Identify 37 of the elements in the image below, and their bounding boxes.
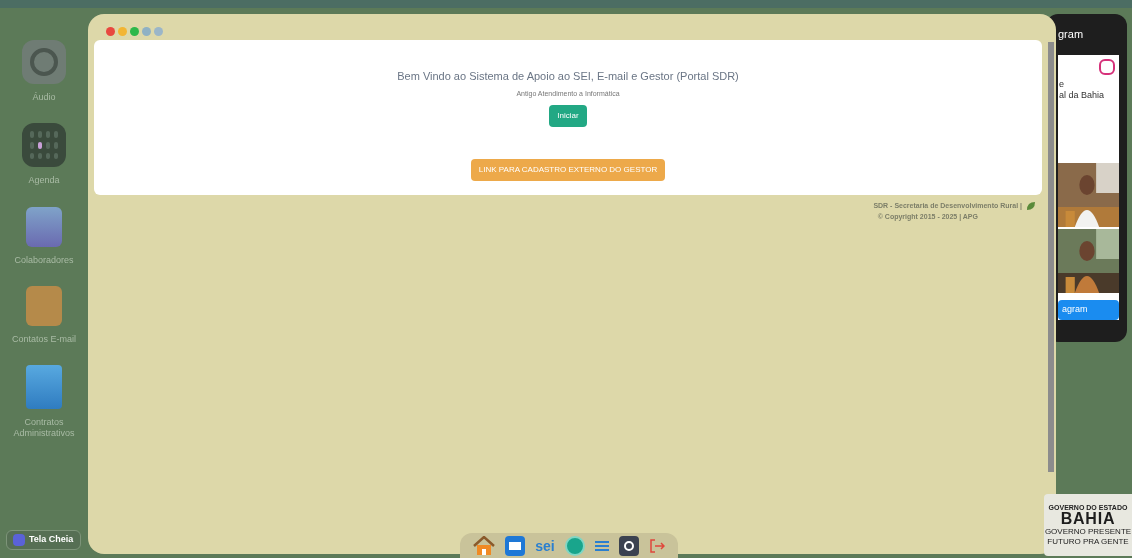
- desktop-icon-label[interactable]: Agenda: [28, 175, 60, 187]
- list-icon[interactable]: [594, 539, 609, 552]
- window-control[interactable]: [142, 26, 151, 36]
- profile-card-icon: [26, 206, 62, 247]
- post-text: al da Bahia: [1058, 89, 1106, 101]
- home-icon[interactable]: [473, 535, 496, 556]
- mail-icon[interactable]: [505, 535, 526, 556]
- external-link-button[interactable]: LINK PARA CADASTRO EXTERNO DO GESTOR: [470, 159, 666, 181]
- instagram-icon: [1099, 58, 1115, 75]
- start-button[interactable]: Iniciar: [549, 105, 587, 127]
- instagram-button[interactable]: agram: [1058, 299, 1119, 320]
- document-icon: [26, 365, 62, 409]
- fullscreen-icon: [13, 534, 25, 546]
- sei-link[interactable]: sei: [535, 535, 555, 556]
- desktop-icon-label[interactable]: Áudio: [32, 92, 56, 104]
- window-control[interactable]: [118, 26, 127, 36]
- window-control[interactable]: [106, 26, 115, 36]
- leaf-icon: [1026, 201, 1036, 212]
- window-control[interactable]: [154, 26, 163, 36]
- post-text: e: [1058, 78, 1065, 90]
- speaker-icon: [22, 40, 66, 84]
- key-icon[interactable]: [618, 535, 639, 556]
- logo-slogan: GOVERNO PRESENTE: [1044, 526, 1132, 537]
- calendar-icon: [22, 123, 66, 168]
- logo-name: BAHIA: [1060, 510, 1116, 527]
- panel-title: gram: [1058, 27, 1085, 42]
- circle-app-icon[interactable]: [564, 535, 585, 556]
- logo-slogan: FUTURO PRA GENTE: [1047, 536, 1129, 547]
- desktop-icon-label[interactable]: Contatos E-mail: [12, 333, 76, 345]
- fullscreen-button[interactable]: Tela Cheia: [6, 530, 81, 550]
- logout-icon[interactable]: [648, 537, 665, 554]
- contacts-book-icon: [26, 285, 62, 326]
- desktop-icon-label[interactable]: Colaboradores: [14, 254, 74, 266]
- welcome-title: Bem Vindo ao Sistema de Apoio ao SEI, E-mail e Gestor (Portal SDR): [397, 69, 739, 84]
- window-control[interactable]: [130, 26, 139, 36]
- desktop-icon-label[interactable]: Contratos Administrativos: [2, 417, 86, 440]
- scrollbar[interactable]: [1048, 42, 1054, 472]
